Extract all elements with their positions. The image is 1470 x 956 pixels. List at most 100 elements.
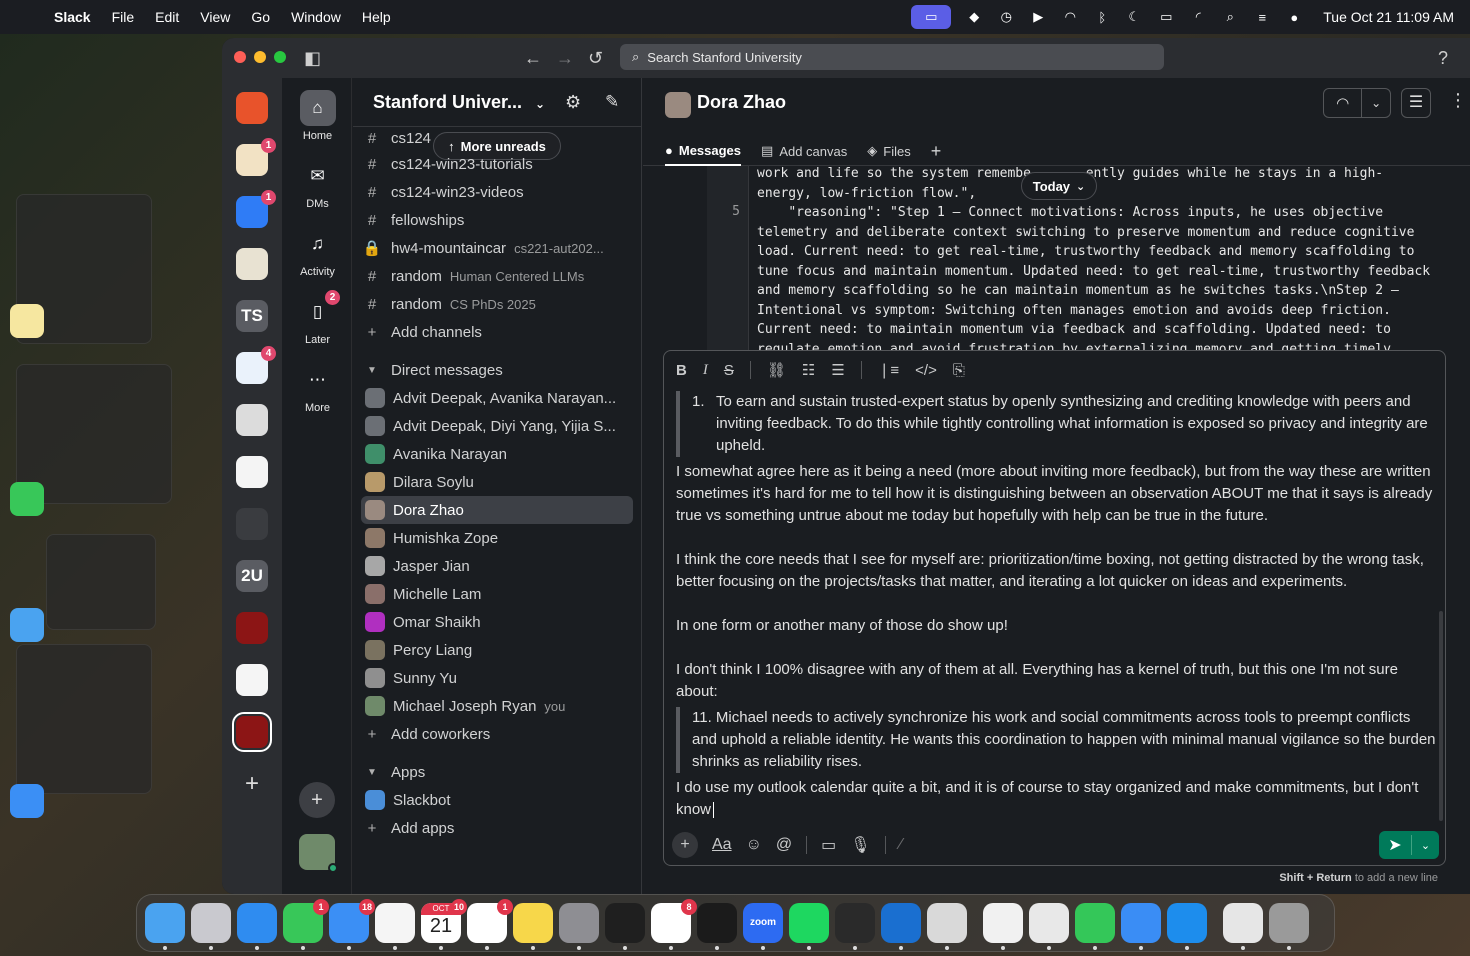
- apple-icon[interactable]: [18, 8, 36, 26]
- chevron-down-icon[interactable]: ⌄: [1362, 96, 1390, 110]
- cube-dock-icon[interactable]: [835, 903, 875, 950]
- workspace-icon[interactable]: [236, 92, 268, 124]
- notes-dock-icon[interactable]: [513, 903, 553, 950]
- sidebar-dm[interactable]: Percy Liang: [361, 636, 633, 664]
- code-block-icon[interactable]: ⎘: [953, 362, 965, 379]
- microphone-icon[interactable]: 🎙︎: [850, 835, 870, 855]
- cube-icon[interactable]: ◆: [965, 9, 983, 25]
- menu-clock[interactable]: Tue Oct 21 11:09 AM: [1323, 9, 1454, 25]
- rail-home[interactable]: ⌂ Home: [283, 90, 352, 142]
- workspace-icon[interactable]: [236, 612, 268, 644]
- date-divider-today[interactable]: Today ⌄: [1021, 172, 1097, 200]
- document-dock-icon[interactable]: [1223, 903, 1263, 950]
- help-icon[interactable]: ?: [1438, 48, 1448, 69]
- workspace-icon[interactable]: [236, 248, 268, 280]
- canvas-icon[interactable]: ☰: [1401, 88, 1431, 118]
- sidebar-channel[interactable]: # cs124-win23-videos: [361, 178, 633, 206]
- ordered-list-icon[interactable]: ☷: [802, 361, 815, 379]
- photos-dock-icon[interactable]: [375, 903, 415, 950]
- forward-arrow-icon[interactable]: →: [556, 48, 574, 69]
- workspace-icon[interactable]: 2U: [236, 560, 268, 592]
- spotify-dock-icon[interactable]: [789, 903, 829, 950]
- sidebar-dm[interactable]: Sunny Yu: [361, 664, 633, 692]
- battery-icon[interactable]: ▭: [1157, 9, 1175, 25]
- sidebar-channel[interactable]: # fellowships: [361, 206, 633, 234]
- zoom-window-button[interactable]: [274, 51, 286, 63]
- huddle-button[interactable]: ◠ ⌄: [1323, 88, 1391, 118]
- rail-activity[interactable]: ♫ Activity: [283, 226, 352, 278]
- launchpad-dock-icon[interactable]: [191, 903, 231, 950]
- italic-icon[interactable]: I: [703, 362, 708, 379]
- numbers-dock-icon[interactable]: [1075, 903, 1115, 950]
- channel-name[interactable]: Dora Zhao: [697, 92, 786, 113]
- notes-app-icon[interactable]: [10, 304, 44, 338]
- sidebar-dm[interactable]: Dilara Soylu: [361, 468, 633, 496]
- sidebar-channel[interactable]: # random CS PhDs 2025: [361, 290, 633, 318]
- workspace-icon[interactable]: 1: [236, 138, 276, 176]
- docker-dock-icon[interactable]: [1167, 903, 1207, 950]
- stage-window-thumb[interactable]: [16, 644, 152, 794]
- chevron-down-icon[interactable]: ⌄: [1412, 839, 1439, 852]
- mail-dock-icon[interactable]: 18: [329, 899, 375, 950]
- dora-avatar[interactable]: [665, 92, 691, 118]
- reminders-dock-icon[interactable]: 1: [467, 899, 513, 950]
- sidebar-dm[interactable]: Advit Deepak, Diyi Yang, Yijia S...: [361, 412, 633, 440]
- menu-edit[interactable]: Edit: [155, 9, 179, 25]
- plus-icon[interactable]: +: [672, 832, 698, 858]
- sidebar-dm[interactable]: Michael Joseph Ryan you: [361, 692, 633, 720]
- tab-messages[interactable]: ● Messages: [665, 136, 742, 166]
- workspace-icon[interactable]: [236, 508, 268, 540]
- sidebar-dm[interactable]: Dora Zhao: [361, 496, 633, 524]
- tab-files[interactable]: ◈ Files: [867, 136, 910, 166]
- terminal-dock-icon[interactable]: [697, 903, 737, 950]
- calendar-dock-icon[interactable]: OCT 21 10: [421, 899, 467, 950]
- workspace-name[interactable]: Stanford Univer... ⌄: [373, 92, 545, 113]
- slash-command-icon[interactable]: ⁄: [900, 836, 903, 854]
- search-bar[interactable]: ⌕ Search Stanford University: [620, 44, 1164, 70]
- preview-dock-icon[interactable]: [927, 903, 967, 950]
- blockquote-icon[interactable]: ❘≡: [878, 361, 899, 379]
- finder-dock-icon[interactable]: [145, 903, 185, 950]
- siri-icon[interactable]: ●: [1285, 9, 1303, 25]
- apps-section-header[interactable]: ▼ Apps: [361, 758, 633, 786]
- chrome-dock-icon[interactable]: [983, 903, 1023, 950]
- menu-view[interactable]: View: [200, 9, 230, 25]
- menu-help[interactable]: Help: [362, 9, 391, 25]
- workspace-icon[interactable]: [232, 712, 272, 752]
- headphones-icon[interactable]: ◠: [1061, 9, 1079, 25]
- menu-window[interactable]: Window: [291, 9, 341, 25]
- safari-dock-icon[interactable]: [237, 903, 277, 950]
- strikethrough-icon[interactable]: S: [724, 362, 734, 379]
- workspace-icon[interactable]: [236, 404, 268, 436]
- composer-text[interactable]: 1. To earn and sustain trusted-expert sta…: [676, 389, 1436, 819]
- menu-app-name[interactable]: Slack: [54, 9, 91, 25]
- sidebar-channel[interactable]: # random Human Centered LLMs: [361, 262, 633, 290]
- sidebar-dm[interactable]: Humishka Zope: [361, 524, 633, 552]
- time-machine-icon[interactable]: ◷: [997, 9, 1015, 25]
- workspace-icon[interactable]: [236, 664, 268, 696]
- minimize-window-button[interactable]: [254, 51, 266, 63]
- mail-app-icon[interactable]: [10, 784, 44, 818]
- add-apps[interactable]: + Add apps: [361, 814, 633, 842]
- sidebar-dm[interactable]: Michelle Lam: [361, 580, 633, 608]
- slack-dock-icon[interactable]: 8: [651, 899, 697, 950]
- rail-more[interactable]: ⋯ More: [283, 362, 352, 414]
- sidebar-dm[interactable]: Omar Shaikh: [361, 608, 633, 636]
- workspace-icon[interactable]: TS: [236, 300, 268, 332]
- control-center-icon[interactable]: ≡: [1253, 9, 1271, 25]
- stage-window-thumb[interactable]: [46, 534, 156, 630]
- messages-app-icon[interactable]: [10, 482, 44, 516]
- moon-icon[interactable]: ☾: [1125, 9, 1143, 25]
- compose-icon[interactable]: ✎: [605, 92, 619, 112]
- video-icon[interactable]: ▭: [821, 835, 836, 855]
- add-tab-button[interactable]: +: [931, 136, 942, 166]
- zoom-dock-icon[interactable]: zoom: [743, 903, 783, 950]
- spotlight-search-icon[interactable]: ⌕: [1221, 9, 1239, 25]
- add-coworkers[interactable]: + Add coworkers: [361, 720, 633, 748]
- mention-icon[interactable]: @: [776, 836, 792, 854]
- bluetooth-icon[interactable]: ᛒ: [1093, 9, 1111, 25]
- sidebar-dm[interactable]: Advit Deepak, Avanika Narayan...: [361, 384, 633, 412]
- emoji-icon[interactable]: ☺: [746, 836, 762, 854]
- menu-go[interactable]: Go: [251, 9, 270, 25]
- sidebar-dm[interactable]: Avanika Narayan: [361, 440, 633, 468]
